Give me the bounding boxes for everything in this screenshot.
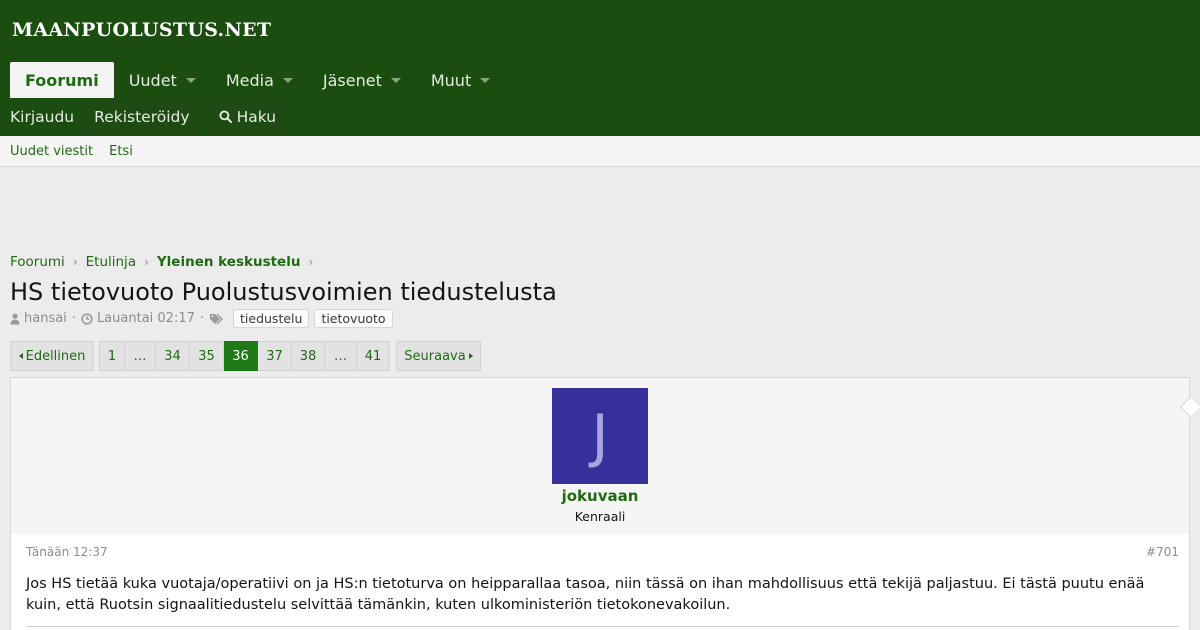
page-jump[interactable]: … [325,341,357,371]
thread-title: HS tietovuoto Puolustusvoimien tiedustel… [10,278,557,306]
post-date[interactable]: Tänään 12:37 [26,545,108,559]
chevron-down-icon[interactable] [390,77,401,83]
nav-tab-label: Muut [430,70,472,90]
caret-left-icon [18,353,23,359]
nav-tab-label: Media [225,70,274,90]
search-icon [219,110,232,123]
nav-tab-label: Jäsenet [322,70,382,90]
chevron-right-icon: › [72,255,78,269]
page-link[interactable]: 34 [156,341,190,371]
avatar-letter: J [591,402,609,470]
chevron-right-icon: › [308,255,314,269]
post-number[interactable]: #701 [1146,545,1179,559]
chevron-down-icon[interactable] [480,77,491,83]
prev-label: Edellinen [25,348,86,364]
nav-tab-label: Uudet [128,70,177,90]
search-label: Haku [236,107,277,126]
search-button[interactable]: Haku [207,98,288,135]
nav-tab-label: Foorumi [25,70,99,90]
nav-tab-uudet[interactable]: Uudet [114,62,211,98]
nav-tab-foorumi[interactable]: Foorumi [10,62,114,98]
post-user-title: Kenraali [574,509,626,524]
thread-author[interactable]: hansai [24,311,67,326]
nav-tab-jasenet[interactable]: Jäsenet [308,62,416,98]
post-body: Jos HS tietää kuka vuotaja/operatiivi on… [26,576,1145,613]
page-list: 1 … 34 35 36 37 38 … 41 [99,341,390,371]
tag-chip[interactable]: tiedustelu [233,309,310,328]
next-label: Seuraava [404,348,466,364]
post-user-area: J jokuvaan Kenraali [11,378,1189,534]
user-icon [10,313,20,324]
thread-meta: hansai · Lauantai 02:17 · tiedustelu tie… [10,309,393,328]
meta-separator: · [199,311,205,326]
thread-date[interactable]: Lauantai 02:17 [97,311,195,326]
nav-tab-media[interactable]: Media [211,62,308,98]
page-link-current[interactable]: 36 [224,341,258,371]
breadcrumb-item-yleinen-keskustelu[interactable]: Yleinen keskustelu [157,254,301,270]
site-header: MAANPUOLUSTUS.NET Foorumi Uudet Media Jä… [0,0,1200,136]
page-link[interactable]: 1 [99,341,125,371]
login-button[interactable]: Kirjaudu [0,98,84,135]
breadcrumb-item-foorumi[interactable]: Foorumi [10,254,65,270]
page-link[interactable]: 41 [357,341,390,371]
page-link[interactable]: 37 [258,341,292,371]
sub-nav: Uudet viestit Etsi [0,136,1200,167]
prev-page-button[interactable]: Edellinen [10,341,94,371]
main-nav: Foorumi Uudet Media Jäsenet Muut [10,62,505,98]
next-page-button[interactable]: Seuraava [396,341,481,371]
page-jump[interactable]: … [125,341,156,371]
account-nav: Kirjaudu Rekisteröidy Haku [0,98,288,135]
post-username[interactable]: jokuvaan [11,487,1189,505]
register-button[interactable]: Rekisteröidy [84,98,200,135]
caret-right-icon [468,353,473,359]
chevron-down-icon[interactable] [185,77,196,83]
meta-separator: · [71,311,76,326]
post-divider [26,626,1179,627]
tag-chip[interactable]: tietovuoto [314,309,393,328]
page-link[interactable]: 38 [292,341,325,371]
find-link[interactable]: Etsi [109,144,133,159]
breadcrumb: Foorumi › Etulinja › Yleinen keskustelu … [10,254,321,270]
breadcrumb-item-etulinja[interactable]: Etulinja [86,254,136,270]
site-logo[interactable]: MAANPUOLUSTUS.NET [12,19,271,41]
new-posts-link[interactable]: Uudet viestit [10,144,93,159]
nav-tab-muut[interactable]: Muut [416,62,505,98]
page-link[interactable]: 35 [190,341,224,371]
avatar[interactable]: J [552,388,648,484]
chevron-down-icon[interactable] [282,77,293,83]
post: J jokuvaan Kenraali Tänään 12:37 #701 Jo… [10,377,1200,630]
pagination: Edellinen 1 … 34 35 36 37 38 … 41 Seuraa… [10,341,481,371]
tags-icon [210,313,224,324]
clock-icon [81,312,93,325]
chevron-right-icon: › [144,255,149,269]
